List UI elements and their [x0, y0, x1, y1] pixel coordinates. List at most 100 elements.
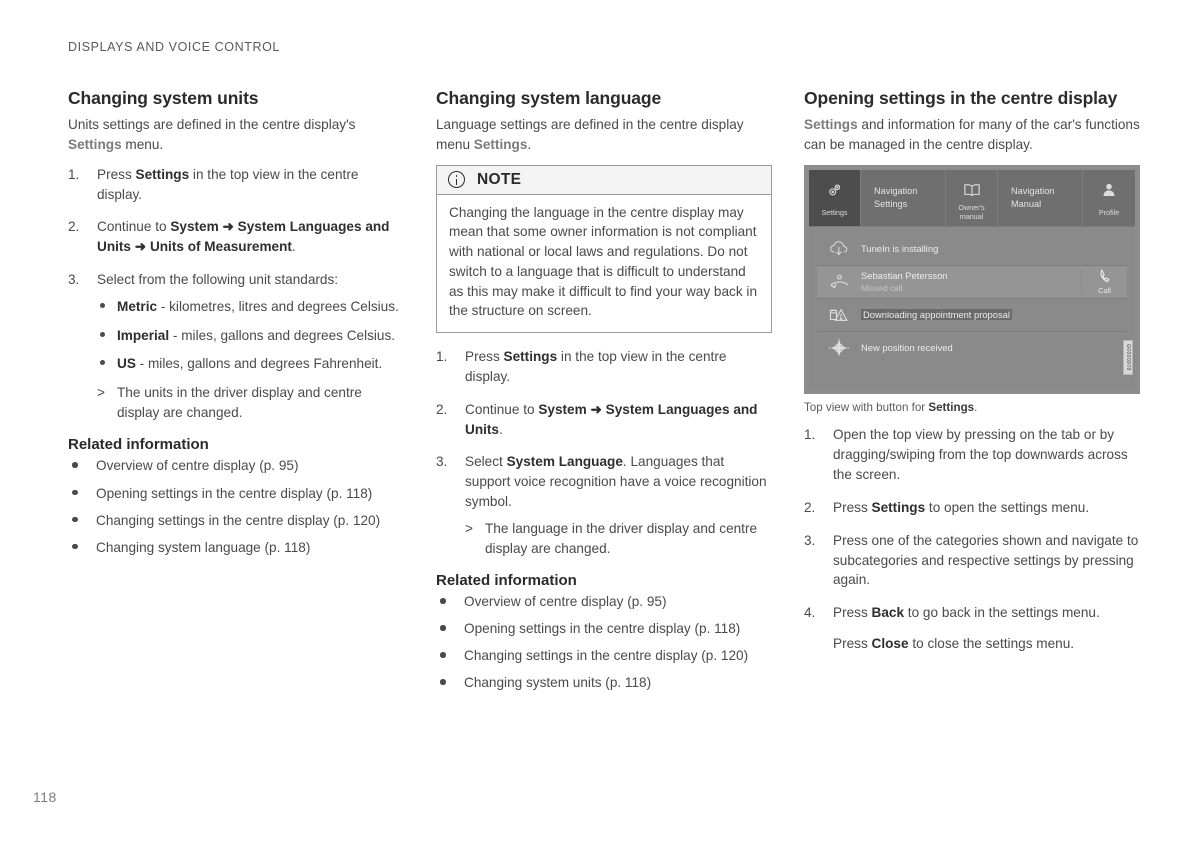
list-item[interactable]: Changing settings in the centre display …: [68, 511, 404, 530]
related-link[interactable]: Changing settings in the centre display …: [464, 648, 748, 663]
list-item[interactable]: Overview of centre display (p. 95): [436, 592, 772, 611]
related-information-heading: Related information: [436, 572, 577, 590]
related-link[interactable]: Opening settings in the centre display (…: [96, 486, 372, 501]
result-item: > The language in the driver display and…: [465, 519, 772, 558]
step-item: 3. Press one of the categories shown and…: [804, 531, 1140, 591]
related-link[interactable]: Changing system language (p. 118): [96, 540, 310, 555]
tab-label: Navigation Manual: [1011, 185, 1055, 209]
tab-label: Navigation Settings: [874, 185, 918, 209]
related-link[interactable]: Changing settings in the centre display …: [96, 513, 380, 528]
cloud-download-icon: [817, 240, 861, 257]
steps-list-opening: 1. Open the top view by pressing on the …: [804, 425, 1140, 654]
notification-list: TuneIn is installing Sebastian Petersson…: [809, 227, 1135, 365]
steps-list-language: 1. Press Settings in the top view in the…: [436, 347, 772, 558]
call-button[interactable]: Call: [1081, 268, 1127, 295]
related-link[interactable]: Changing system units (p. 118): [464, 675, 651, 690]
result-arrow-icon: >: [465, 520, 473, 536]
bullet-icon: [100, 331, 105, 337]
list-item[interactable]: Opening settings in the centre display (…: [436, 619, 772, 638]
list-item[interactable]: Changing settings in the centre display …: [436, 646, 772, 665]
notification-title: Sebastian Petersson: [861, 269, 948, 281]
related-link[interactable]: Overview of centre display (p. 95): [96, 458, 298, 473]
list-item[interactable]: Changing system language (p. 118): [68, 538, 404, 557]
step-text: Select from the following unit standards…: [97, 272, 339, 288]
result-item: > The units in the driver display and ce…: [97, 383, 404, 422]
step-text: Press Settings in the top view in the ce…: [465, 348, 727, 384]
page-number: 118: [33, 789, 57, 805]
unit-name: US: [117, 356, 136, 372]
tab-owners-manual[interactable]: Owner's manual: [946, 169, 998, 226]
step-item: 2. Continue to System ➜ System Languages…: [68, 217, 404, 257]
phone-icon: [1099, 268, 1111, 285]
image-code-label: G0000978: [1123, 340, 1133, 375]
note-title: NOTE: [477, 170, 522, 188]
settings-gear-icon: [826, 182, 843, 201]
arrow-icon: ➜: [586, 401, 606, 417]
tab-label: Settings: [821, 207, 848, 217]
unit-desc: - kilometres, litres and degrees Celsius…: [157, 298, 399, 314]
related-link[interactable]: Overview of centre display (p. 95): [464, 594, 666, 609]
step-text: Continue to System ➜ System Languages an…: [97, 219, 390, 255]
notification-title: New position received: [861, 342, 953, 354]
tab-settings[interactable]: Settings: [809, 169, 861, 226]
call-label: Call: [1098, 285, 1111, 295]
notification-row-appointment[interactable]: Downloading appointment proposal: [817, 299, 1127, 332]
column-changing-system-language: Changing system language Language settin…: [436, 88, 772, 700]
note-body: Changing the language in the centre disp…: [449, 204, 758, 319]
step-item: 2. Press Settings to open the settings m…: [804, 498, 1140, 518]
step-text: Select System Language. Languages that s…: [465, 454, 767, 510]
notification-row-position[interactable]: New position received: [817, 332, 1127, 365]
tab-navigation-manual[interactable]: Navigation Manual: [998, 169, 1083, 226]
notification-text: Sebastian Petersson Missed call: [861, 270, 1081, 294]
intro-paragraph-language: Language settings are defined in the cen…: [436, 115, 772, 154]
caption-text-b: .: [974, 400, 978, 414]
centre-display-screen: Settings Navigation Settings Owner's man…: [809, 169, 1135, 389]
intro-paragraph-opening: Settings and information for many of the…: [804, 115, 1140, 154]
list-item: Imperial - miles, gallons and degrees Ce…: [97, 326, 404, 346]
settings-reference: Settings: [68, 137, 122, 153]
step-number: 3.: [804, 532, 816, 548]
bullet-icon: [440, 598, 446, 604]
bullet-icon: [72, 462, 78, 468]
unit-name: Metric: [117, 298, 158, 314]
notification-row-missed-call[interactable]: Sebastian Petersson Missed call Call: [817, 265, 1127, 299]
top-view-tab-bar: Settings Navigation Settings Owner's man…: [809, 169, 1135, 227]
related-information-list: Overview of centre display (p. 95) Openi…: [436, 592, 772, 692]
step-item: 2. Continue to System ➜ System Languages…: [436, 400, 772, 440]
caption-bold: Settings: [928, 400, 975, 414]
step-number: 1.: [436, 348, 448, 364]
tab-navigation-settings[interactable]: Navigation Settings: [861, 169, 946, 226]
intro-text-b: menu.: [121, 137, 164, 153]
step-text: Open the top view by pressing on the tab…: [833, 427, 1128, 483]
related-information-heading: Related information: [68, 436, 209, 454]
bullet-icon: [440, 625, 446, 631]
intro-text-a: Units settings are defined in the centre…: [68, 117, 356, 133]
step-text: Press one of the categories shown and na…: [833, 532, 1139, 588]
unit-name: Imperial: [117, 327, 170, 343]
step-item: 1. Press Settings in the top view in the…: [68, 165, 404, 205]
tab-label: Owner's manual: [958, 203, 985, 222]
notification-row-tunein[interactable]: TuneIn is installing: [817, 233, 1127, 266]
note-box: NOTE Changing the language in the centre…: [436, 164, 772, 333]
step-text: Continue to System ➜ System Languages an…: [465, 401, 758, 437]
related-link[interactable]: Opening settings in the centre display (…: [464, 621, 740, 636]
warning-calendar-icon: [817, 306, 861, 324]
step-number: 2.: [68, 219, 80, 235]
step-text: Press Settings to open the settings menu…: [833, 499, 1090, 515]
step-item: 1. Press Settings in the top view in the…: [436, 347, 772, 387]
arrow-icon: ➜: [130, 239, 150, 255]
steps-list-units: 1. Press Settings in the top view in the…: [68, 165, 404, 423]
step-extra-text: Press Close to close the settings menu.: [833, 636, 1075, 652]
list-item[interactable]: Overview of centre display (p. 95): [68, 456, 404, 475]
step-number: 2.: [436, 401, 448, 417]
list-item[interactable]: Opening settings in the centre display (…: [68, 484, 404, 503]
step-item: 3. Select System Language. Languages tha…: [436, 452, 772, 558]
centre-display-illustration: Settings Navigation Settings Owner's man…: [804, 164, 1140, 394]
list-item[interactable]: Changing system units (p. 118): [436, 673, 772, 692]
tab-label: Profile: [1098, 207, 1120, 217]
step-item: 3. Select from the following unit standa…: [68, 270, 404, 422]
step-number: 2.: [804, 499, 816, 515]
tab-profile[interactable]: Profile: [1083, 170, 1135, 226]
arrow-icon: ➜: [218, 219, 238, 235]
bullet-icon: [72, 489, 78, 496]
